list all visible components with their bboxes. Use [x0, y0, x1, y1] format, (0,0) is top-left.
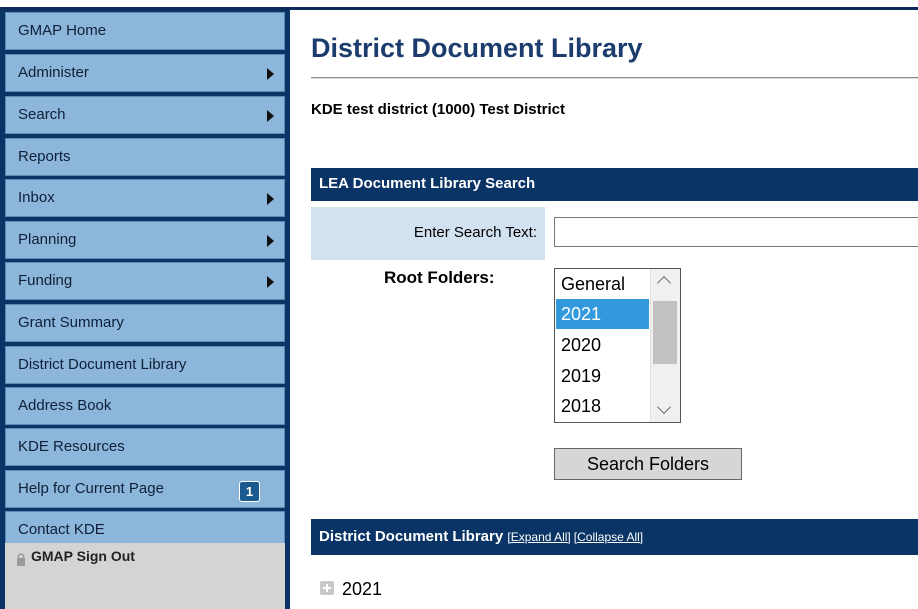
nav-item-label: Search: [18, 106, 66, 123]
search-folders-button[interactable]: Search Folders: [554, 448, 742, 480]
nav-item-label: Reports: [18, 148, 71, 165]
nav-item-label: Funding: [18, 272, 73, 289]
nav-item-grant-summary[interactable]: Grant Summary: [5, 304, 285, 342]
submenu-arrow-icon: [267, 110, 274, 122]
nav-item-label: Help for Current Page: [18, 480, 164, 497]
search-label-cell: Enter Search Text:: [311, 207, 545, 260]
nav-item-label: District Document Library: [18, 356, 187, 373]
sign-out-label: GMAP Sign Out: [31, 548, 135, 564]
nav-item-funding[interactable]: Funding: [5, 262, 285, 300]
nav-item-address-book[interactable]: Address Book: [5, 387, 285, 425]
nav-item-inbox[interactable]: Inbox: [5, 179, 285, 217]
nav-item-reports[interactable]: Reports: [5, 138, 285, 176]
lock-icon: [17, 553, 25, 566]
folder-option[interactable]: 2019: [556, 361, 649, 391]
library-title-text: District Document Library: [319, 528, 504, 545]
search-text-input[interactable]: [554, 217, 918, 247]
search-panel-title: LEA Document Library Search: [319, 175, 536, 192]
sign-out-button[interactable]: GMAP Sign Out: [5, 543, 285, 609]
root-folders-label: Root Folders:: [384, 268, 495, 287]
sidebar-nav: GMAP Home Administer Search Reports Inbo…: [0, 10, 290, 609]
root-folders-listbox[interactable]: General 2021 2020 2019 2018: [554, 268, 681, 423]
title-divider: [311, 77, 918, 79]
nav-item-planning[interactable]: Planning: [5, 221, 285, 259]
submenu-arrow-icon: [267, 68, 274, 80]
nav-item-administer[interactable]: Administer: [5, 54, 285, 92]
plus-expand-icon[interactable]: [320, 581, 334, 595]
nav-item-label: Address Book: [18, 397, 112, 414]
tree-node-label[interactable]: 2021: [342, 579, 382, 600]
nav-item-label: KDE Resources: [18, 438, 125, 455]
page-title: District Document Library: [311, 33, 643, 63]
expand-all-link[interactable]: [Expand All]: [507, 530, 570, 544]
search-text-label: Enter Search Text:: [413, 224, 537, 241]
district-name: KDE test district (1000) Test District: [311, 101, 565, 118]
listbox-scrollbar[interactable]: [650, 269, 680, 422]
nav-item-gmap-home[interactable]: GMAP Home: [5, 12, 285, 50]
search-panel-header: LEA Document Library Search: [311, 168, 918, 201]
nav-item-label: GMAP Home: [18, 22, 107, 39]
nav-item-help-for-current-page[interactable]: Help for Current Page 1: [5, 470, 285, 508]
folder-option[interactable]: 2018: [556, 391, 649, 421]
folder-option[interactable]: General: [556, 269, 649, 299]
library-panel-title: District Document Library [Expand All] [C…: [319, 528, 643, 545]
nav-item-label: Grant Summary: [18, 314, 124, 331]
nav-item-district-document-library[interactable]: District Document Library: [5, 346, 285, 384]
scroll-down-icon[interactable]: [656, 399, 672, 415]
submenu-arrow-icon: [267, 235, 274, 247]
collapse-all-link[interactable]: [Collapse All]: [574, 530, 643, 544]
scroll-up-icon[interactable]: [656, 275, 672, 291]
submenu-arrow-icon: [267, 276, 274, 288]
nav-item-kde-resources[interactable]: KDE Resources: [5, 428, 285, 466]
folder-option[interactable]: 2020: [556, 330, 649, 360]
nav-item-label: Contact KDE: [18, 521, 105, 538]
library-panel-header: District Document Library [Expand All] [C…: [311, 519, 918, 555]
nav-item-label: Administer: [18, 64, 89, 81]
scrollbar-thumb[interactable]: [653, 301, 677, 364]
search-row: Enter Search Text:: [311, 207, 918, 260]
notification-badge: 1: [239, 481, 260, 502]
nav-item-search[interactable]: Search: [5, 96, 285, 134]
submenu-arrow-icon: [267, 193, 274, 205]
nav-item-label: Inbox: [18, 189, 55, 206]
nav-item-label: Planning: [18, 231, 77, 248]
folder-option-selected[interactable]: 2021: [556, 299, 649, 329]
